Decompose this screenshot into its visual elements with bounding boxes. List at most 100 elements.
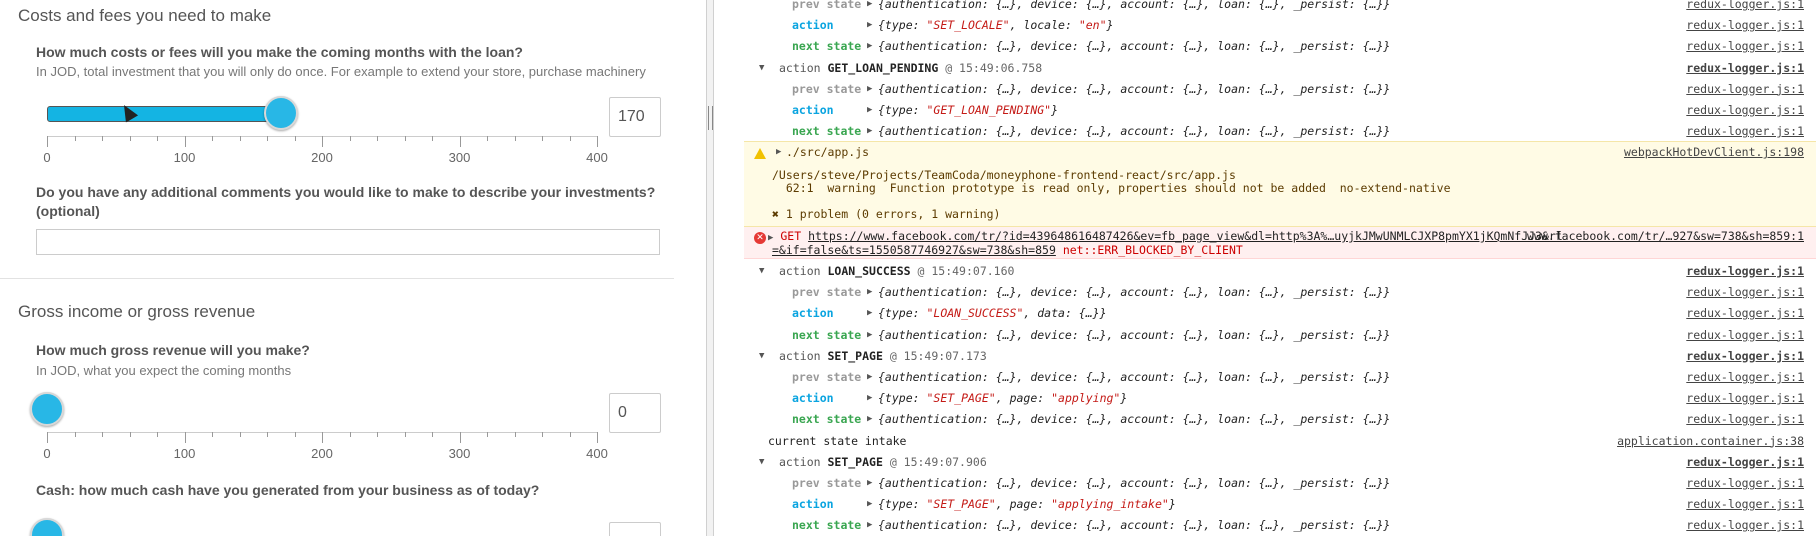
source-link[interactable]: redux-logger.js:1 (1686, 15, 1804, 36)
revenue-slider[interactable]: 0 100 200 300 400 (30, 392, 608, 462)
slider-tick (377, 432, 378, 437)
next-state-row[interactable]: next state ▶ {authentication: {…}, device:… (744, 325, 1816, 346)
expand-triangle-icon[interactable]: ▶ (867, 0, 872, 15)
console-error: ✕ ▶ GET https://www.facebook.com/tr/?id=… (744, 227, 1816, 259)
expand-triangle-icon[interactable]: ▶ (867, 494, 872, 515)
source-link[interactable]: redux-logger.js:1 (1686, 58, 1804, 79)
prev-state-row[interactable]: prev state ▶ {authentication: {…}, device:… (744, 79, 1816, 100)
next-state-row[interactable]: next state ▶ {authentication: {…}, device:… (744, 36, 1816, 57)
action-time: @ 15:49:07.173 (889, 348, 987, 363)
slider-tick-label: 200 (311, 150, 333, 165)
costs-slider-thumb[interactable] (263, 96, 298, 130)
source-link[interactable]: redux-logger.js:1 (1686, 346, 1804, 367)
next-state-row[interactable]: next state ▶ {authentication: {…}, device:… (744, 409, 1816, 430)
group-label: action SET_PAGE @ 15:49:07.173 (779, 346, 987, 367)
error-url-continued[interactable]: =&if=false&ts=1550587746927&sw=738&sh=85… (772, 243, 1056, 257)
payload-suffix: } (1099, 306, 1107, 321)
expand-triangle-icon[interactable]: ▶ (867, 79, 872, 100)
error-url-link[interactable]: https://www.facebook.com/tr/?id=43964861… (808, 229, 1563, 243)
source-link[interactable]: redux-logger.js:1 (1686, 367, 1804, 388)
collapse-triangle-icon[interactable]: ▼ (759, 346, 764, 367)
expand-triangle-icon[interactable]: ▶ (867, 282, 872, 303)
source-link[interactable]: redux-logger.js:1 (1686, 325, 1804, 346)
source-link[interactable]: redux-logger.js:1 (1686, 100, 1804, 121)
source-link[interactable]: application.container.js:38 (1617, 431, 1804, 452)
slider-tick (404, 432, 406, 437)
prev-state-row[interactable]: prev state ▶ {authentication: {…}, device:… (744, 0, 1816, 15)
slider-tick (184, 136, 186, 147)
source-link[interactable]: redux-logger.js:1 (1686, 0, 1804, 15)
warning-source-link[interactable]: webpackHotDevClient.js:198 (1624, 142, 1804, 163)
action-row[interactable]: action ▶ {type: "SET_PAGE", page: "applyin… (744, 494, 1816, 515)
source-link[interactable]: redux-logger.js:1 (1686, 473, 1804, 494)
redux-action-group[interactable]: ▼ action LOAN_SUCCESS @ 15:49:07.160 redux… (744, 261, 1816, 282)
expand-triangle-icon[interactable]: ▶ (867, 15, 872, 36)
cash-amount-input[interactable] (609, 522, 661, 536)
redux-action-group[interactable]: ▼ action GET_LOAN_PENDING @ 15:49:06.758 r… (744, 58, 1816, 79)
prev-state-row[interactable]: prev state ▶ {authentication: {…}, device:… (744, 367, 1816, 388)
expand-triangle-icon[interactable]: ▶ (867, 515, 872, 536)
slider-tick (129, 136, 131, 141)
expand-triangle-icon[interactable]: ▶ (768, 233, 773, 243)
action-row[interactable]: action ▶ {type: "SET_PAGE", page: "applyin… (744, 388, 1816, 409)
comments-input[interactable] (36, 229, 660, 255)
source-link[interactable]: redux-logger.js:1 (1686, 303, 1804, 324)
source-link[interactable]: redux-logger.js:1 (1686, 121, 1804, 142)
revenue-question: How much gross revenue will you make? (36, 342, 310, 358)
cash-slider-thumb[interactable] (30, 518, 64, 536)
expand-triangle-icon[interactable]: ▶ (867, 325, 872, 346)
payload-prefix: {type: (878, 391, 927, 406)
redux-action-group[interactable]: ▼ action SET_PAGE @ 15:49:07.906 redux-log… (744, 452, 1816, 473)
error-source-link[interactable]: www.facebook.com/tr/…927&sw=738&sh=859:1 (1527, 229, 1804, 243)
source-link[interactable]: redux-logger.js:1 (1686, 282, 1804, 303)
action-row[interactable]: action ▶ {type: "LOAN_SUCCESS", data: {…}}… (744, 303, 1816, 324)
source-link[interactable]: redux-logger.js:1 (1686, 36, 1804, 57)
expand-triangle-icon[interactable]: ▶ (867, 473, 872, 494)
slider-tick (102, 432, 103, 437)
action-row[interactable]: action ▶ {type: "GET_LOAN_PENDING"} redux-l… (744, 100, 1816, 121)
expand-triangle-icon[interactable]: ▶ (867, 36, 872, 57)
source-link[interactable]: redux-logger.js:1 (1686, 452, 1804, 473)
row-key: action (792, 497, 834, 512)
expand-triangle-icon[interactable]: ▶ (867, 100, 872, 121)
source-link[interactable]: redux-logger.js:1 (1686, 409, 1804, 430)
state-object: {authentication: {…}, device: {…}, accou… (878, 124, 1391, 139)
source-link[interactable]: redux-logger.js:1 (1686, 388, 1804, 409)
source-link[interactable]: redux-logger.js:1 (1686, 261, 1804, 282)
console-log-message[interactable]: current state intake application.containe… (744, 431, 1816, 452)
action-payload: {type: "SET_PAGE", page: "applying_intak… (878, 494, 1176, 515)
action-payload: {type: "GET_LOAN_PENDING"} (878, 100, 1058, 121)
row-key: next state (792, 518, 862, 533)
expand-triangle-icon[interactable]: ▶ (867, 388, 872, 409)
panel-splitter[interactable] (706, 0, 714, 536)
prev-state-row[interactable]: prev state ▶ {authentication: {…}, device:… (744, 473, 1816, 494)
revenue-hint: In JOD, what you expect the coming month… (36, 363, 292, 378)
source-link[interactable]: redux-logger.js:1 (1686, 494, 1804, 515)
expand-triangle-icon[interactable]: ▶ (867, 409, 872, 430)
redux-action-group[interactable]: ▼ action SET_PAGE @ 15:49:07.173 redux-log… (744, 346, 1816, 367)
revenue-slider-thumb[interactable] (30, 392, 64, 426)
expand-triangle-icon[interactable]: ▶ (867, 367, 872, 388)
state-object: {authentication: {…}, device: {…}, accou… (878, 81, 1391, 96)
revenue-amount-input[interactable]: 0 (609, 393, 661, 433)
collapse-triangle-icon[interactable]: ▼ (759, 452, 764, 473)
source-link[interactable]: redux-logger.js:1 (1686, 79, 1804, 100)
cash-question: Cash: how much cash have you generated f… (36, 482, 540, 498)
row-key: action (792, 391, 834, 406)
expand-triangle-icon[interactable]: ▶ (867, 303, 872, 324)
source-link[interactable]: redux-logger.js:1 (1686, 515, 1804, 536)
state-object: {authentication: {…}, device: {…}, accou… (878, 0, 1391, 11)
action-row[interactable]: action ▶ {type: "SET_LOCALE", locale: "en"… (744, 15, 1816, 36)
next-state-row[interactable]: next state ▶ {authentication: {…}, device:… (744, 121, 1816, 142)
prev-state-row[interactable]: prev state ▶ {authentication: {…}, device:… (744, 282, 1816, 303)
next-state-row[interactable]: next state ▶ {authentication: {…}, device:… (744, 515, 1816, 536)
error-line-2: =&if=false&ts=1550587746927&sw=738&sh=85… (772, 243, 1243, 257)
collapse-triangle-icon[interactable]: ▼ (759, 261, 764, 282)
collapse-triangle-icon[interactable]: ▼ (759, 58, 764, 79)
expand-triangle-icon[interactable]: ▶ (776, 142, 781, 163)
splitter-grip-icon[interactable] (708, 106, 713, 130)
costs-amount-input[interactable]: 170 (609, 97, 661, 137)
slider-tick (569, 136, 571, 141)
warning-header[interactable]: ▶ ./src/app.js webpackHotDevClient.js:19… (744, 142, 1816, 163)
expand-triangle-icon[interactable]: ▶ (867, 121, 872, 142)
